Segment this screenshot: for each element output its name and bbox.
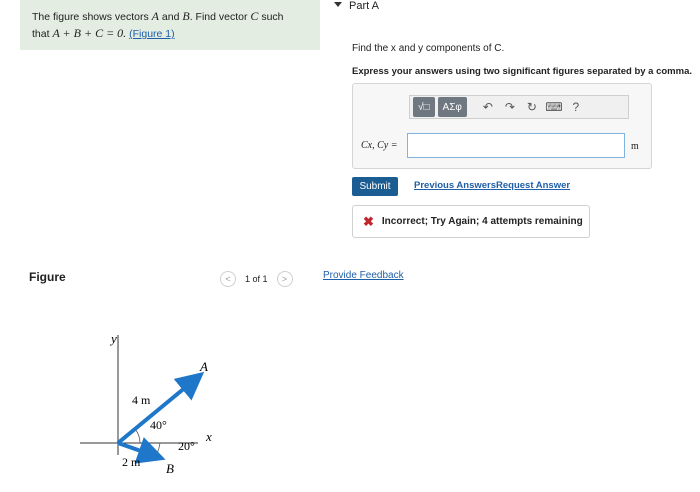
math-toolbar: √□ ΑΣφ ↶ ↷ ↻ ⌨ ? [409, 95, 629, 119]
question-instructions: Express your answers using two significa… [352, 66, 692, 77]
undo-icon[interactable]: ↶ [477, 97, 499, 117]
problem-line-1: The figure shows vectors A and B. Find v… [32, 8, 320, 25]
angle-arc-a [134, 428, 141, 444]
problem-statement: The figure shows vectors A and B. Find v… [20, 0, 320, 50]
vector-diagram: y x A B 4 m 2 m 40° 20° [80, 331, 212, 476]
greek-symbols-button[interactable]: ΑΣφ [437, 97, 467, 117]
prev-figure-icon[interactable]: < [220, 271, 236, 287]
answer-unit: m [631, 141, 639, 152]
figure-pager: < 1 of 1 > [220, 271, 293, 287]
template-button[interactable]: √□ [413, 97, 435, 117]
angle-a-label: 40° [150, 418, 167, 432]
x-axis-label: x [205, 429, 212, 444]
problem-text: The figure shows vectors [32, 11, 149, 23]
answer-input[interactable] [407, 133, 625, 158]
keyboard-icon[interactable]: ⌨ [543, 97, 565, 117]
vector-a-label: A [199, 359, 208, 374]
vector-b-label: B [166, 461, 174, 476]
problem-line-2: that A + B + C = 0. (Figure 1) [32, 25, 320, 42]
vector-b-magnitude: 2 m [122, 455, 141, 469]
part-label: Part A [349, 0, 379, 12]
figure-link[interactable]: (Figure 1) [129, 28, 175, 40]
request-answer-link[interactable]: Request Answer [496, 180, 570, 191]
vector-a-symbol: A [151, 9, 159, 23]
next-figure-icon[interactable]: > [276, 271, 293, 287]
collapse-triangle-icon [334, 2, 342, 7]
question-text: Find the x and y components of C. [352, 43, 505, 54]
problem-text: and [161, 11, 180, 23]
feedback-message: Incorrect; Try Again; 4 attempts remaini… [381, 216, 583, 227]
angle-arc-b [156, 442, 161, 455]
vector-b-symbol: B [182, 9, 190, 23]
help-icon[interactable]: ? [565, 97, 587, 117]
answer-panel: √□ ΑΣφ ↶ ↷ ↻ ⌨ ? Cx, Cy = m [352, 83, 652, 169]
angle-b-label: 20° [178, 439, 195, 453]
problem-text: . Find vector [189, 11, 248, 23]
vector-equation: A + B + C = 0. [52, 26, 127, 40]
reset-icon[interactable]: ↻ [521, 97, 543, 117]
incorrect-x-icon: ✖ [363, 213, 374, 229]
provide-feedback-link[interactable]: Provide Feedback [323, 270, 404, 281]
vector-a-magnitude: 4 m [132, 393, 151, 407]
feedback-box: ✖ Incorrect; Try Again; 4 attempts remai… [352, 205, 590, 238]
vector-a-arrow [116, 371, 205, 445]
vector-c-symbol: C [250, 9, 259, 23]
submit-button[interactable]: Submit [352, 177, 398, 196]
redo-icon[interactable]: ↷ [499, 97, 521, 117]
previous-answers-link[interactable]: Previous Answers [414, 180, 496, 191]
part-a-header[interactable]: Part A [334, 0, 379, 12]
problem-text: such [261, 11, 284, 23]
problem-text: that [32, 28, 50, 40]
figure-title: Figure [29, 270, 66, 284]
answer-label: Cx, Cy = [361, 140, 398, 151]
pager-text: 1 of 1 [245, 274, 268, 284]
y-axis-label: y [109, 331, 117, 346]
